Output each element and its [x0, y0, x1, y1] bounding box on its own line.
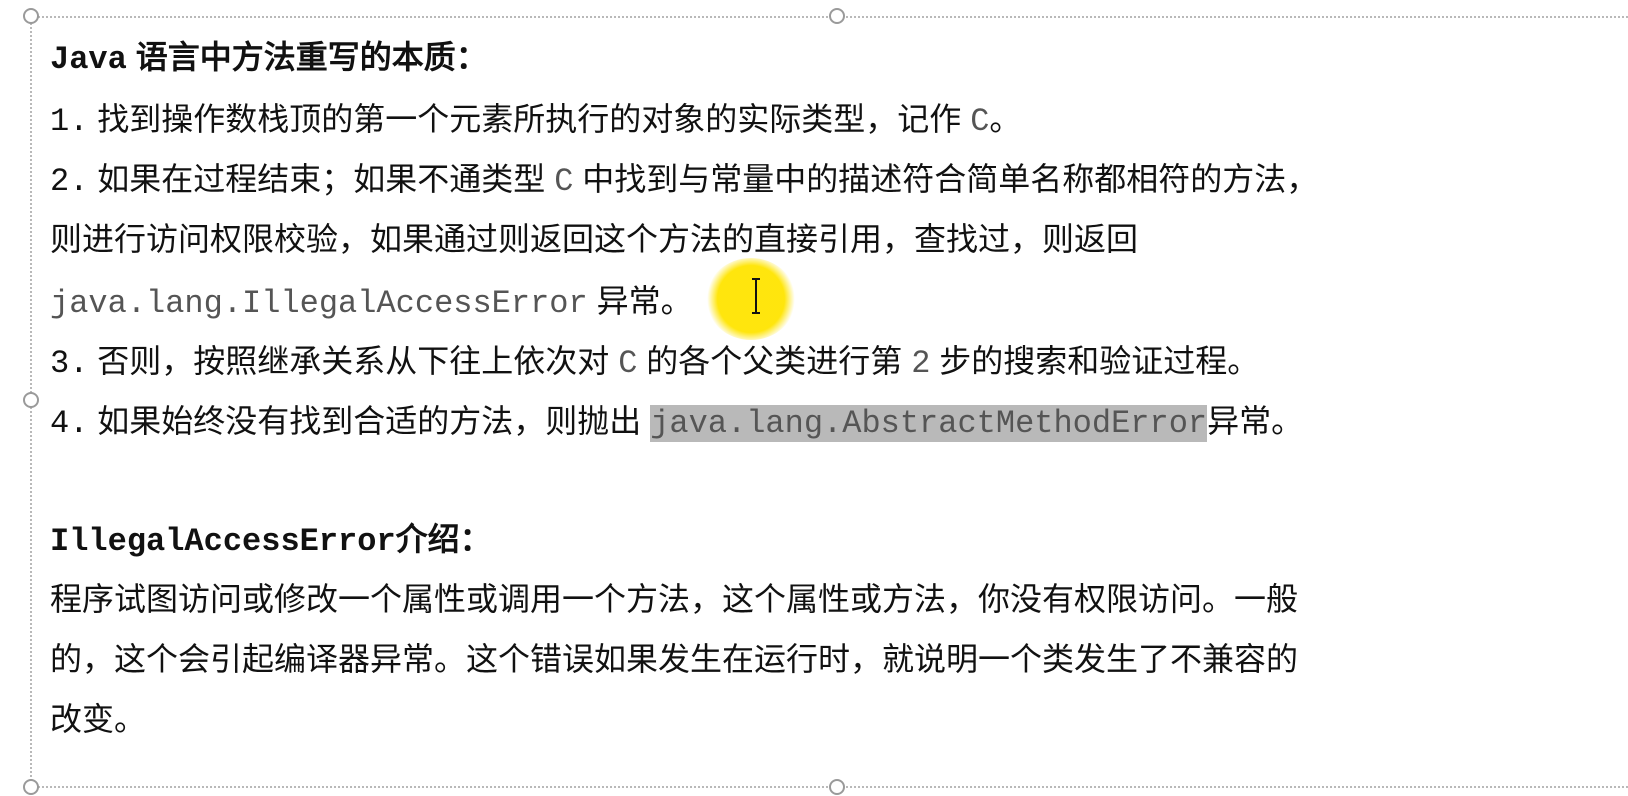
step-code: java.lang.IllegalAccessError	[50, 285, 588, 322]
paragraph-line-1: 程序试图访问或修改一个属性或调用一个方法，这个属性或方法，你没有权限访问。一般	[50, 574, 1298, 624]
step-text: 则进行访问权限校验，如果通过则返回这个方法的直接引用，查找过，则返回	[50, 221, 1139, 257]
paragraph-text: 改变。	[50, 701, 147, 737]
step-tail: 。	[989, 101, 1022, 137]
step-2-error-line: java.lang.IllegalAccessError 异常。	[50, 276, 693, 326]
step-code-2: 2	[911, 345, 931, 382]
step-text: 如果始终没有找到合适的方法，则抛出	[88, 403, 651, 439]
step-mid: 的各个父类进行第	[637, 343, 912, 379]
step-number: 1.	[50, 103, 89, 140]
paragraph-text: 程序试图访问或修改一个属性或调用一个方法，这个属性或方法，你没有权限访问。一般	[50, 581, 1299, 617]
step-4-line: 4. 如果始终没有找到合适的方法，则抛出 java.lang.AbstractM…	[50, 396, 1303, 446]
step-text: 如果在过程结束；如果不通类型	[88, 161, 555, 197]
step-tail: 步的搜索和验证过程。	[930, 343, 1260, 379]
step-tail: 异常。	[1207, 403, 1304, 439]
step-number: 4.	[50, 405, 89, 442]
step-code: C	[618, 345, 638, 382]
section-heading-line: IllegalAccessError介绍：	[50, 514, 492, 564]
step-2-continuation-line: 则进行访问权限校验，如果通过则返回这个方法的直接引用，查找过，则返回	[50, 214, 1138, 264]
step-code: C	[970, 103, 990, 140]
slide-canvas: Java 语言中方法重写的本质： 1. 找到操作数栈顶的第一个元素所执行的对象的…	[0, 0, 1628, 796]
paragraph-text: 的，这个会引起编译器异常。这个错误如果发生在运行时，就说明一个类发生了不兼容的	[50, 641, 1299, 677]
step-number: 2.	[50, 163, 89, 200]
heading-title: 语言中方法重写的本质：	[126, 39, 488, 75]
section-heading-prefix: IllegalAccessError	[50, 523, 396, 560]
step-tail: 中找到与常量中的描述符合简单名称都相符的方法，	[573, 161, 1319, 197]
resize-handle-bottom-left[interactable]	[23, 779, 39, 795]
text-cursor-icon	[752, 278, 760, 314]
step-text: 否则，按照继承关系从下往上依次对	[88, 343, 619, 379]
step-text: 找到操作数栈顶的第一个元素所执行的对象的实际类型，记作	[88, 101, 971, 137]
heading-line: Java 语言中方法重写的本质：	[50, 32, 488, 82]
cursor-highlight	[706, 258, 796, 340]
resize-handle-middle-left[interactable]	[23, 392, 39, 408]
resize-handle-top-middle[interactable]	[829, 8, 845, 24]
resize-handle-bottom-middle[interactable]	[829, 779, 845, 795]
step-tail: 异常。	[587, 283, 693, 319]
step-number: 3.	[50, 345, 89, 382]
selected-code[interactable]: java.lang.AbstractMethodError	[650, 405, 1208, 442]
paragraph-line-2: 的，这个会引起编译器异常。这个错误如果发生在运行时，就说明一个类发生了不兼容的	[50, 634, 1298, 684]
step-2-line: 2. 如果在过程结束；如果不通类型 C 中找到与常量中的描述符合简单名称都相符的…	[50, 154, 1318, 204]
section-heading-title: 介绍：	[395, 521, 492, 557]
step-3-line: 3. 否则，按照继承关系从下往上依次对 C 的各个父类进行第 2 步的搜索和验证…	[50, 336, 1259, 386]
step-1-line: 1. 找到操作数栈顶的第一个元素所执行的对象的实际类型，记作 C。	[50, 94, 1021, 144]
heading-prefix: Java	[50, 41, 127, 78]
resize-handle-top-left[interactable]	[23, 8, 39, 24]
step-code: C	[554, 163, 574, 200]
paragraph-line-3: 改变。	[50, 694, 146, 744]
